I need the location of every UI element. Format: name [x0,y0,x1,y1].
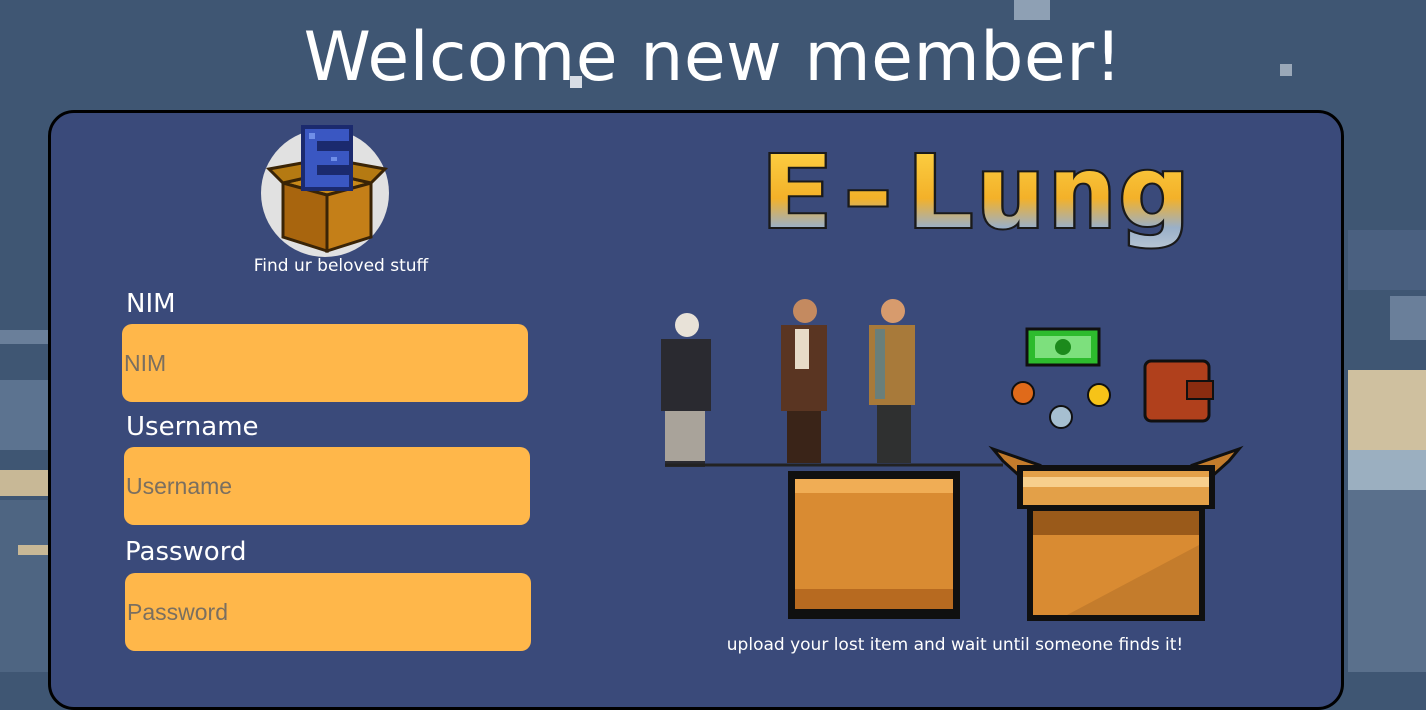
username-label: Username [126,412,259,442]
illustration-caption: upload your lost item and wait until som… [726,635,1184,655]
people-icon [661,299,1003,467]
coin-icon [1011,381,1111,429]
password-label: Password [125,537,247,567]
brand-wordmark: E-Lung [759,139,1191,253]
nim-input[interactable] [122,324,528,402]
open-box-icon [988,445,1244,621]
nim-label: NIM [126,289,176,319]
page-title: Welcome new member! [303,18,1123,97]
brand-wordmark-text: E-Lung [761,139,1189,251]
e-box-logo-icon [261,125,389,257]
signup-card: Find ur beloved stuff NIM Username Passw… [48,110,1344,710]
closed-box-icon [788,471,960,619]
password-input[interactable] [125,573,531,651]
username-input[interactable] [124,447,530,525]
cash-icon [1025,327,1101,367]
logo [261,125,393,257]
illustration [661,299,1244,621]
tagline: Find ur beloved stuff [253,256,429,276]
wallet-icon [1143,359,1214,423]
